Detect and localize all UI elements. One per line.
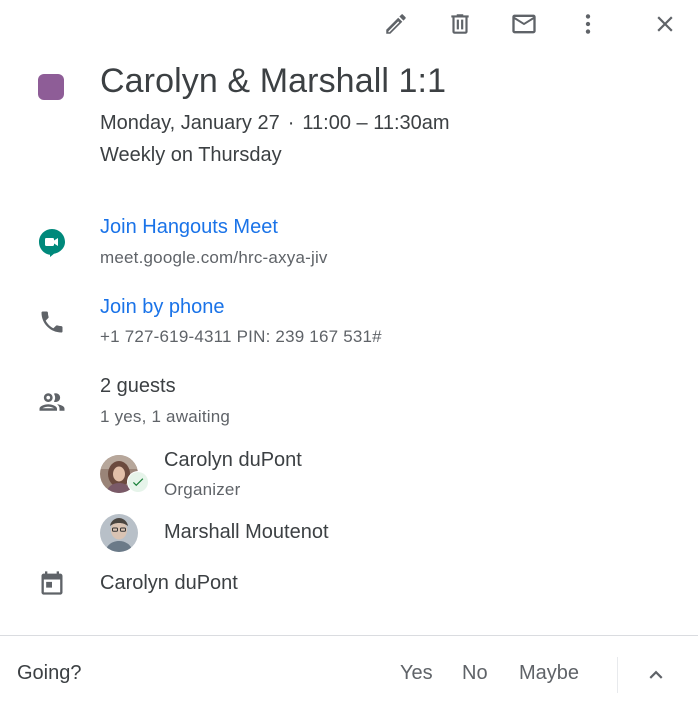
event-time: 11:00 – 11:30am — [302, 112, 450, 134]
event-datetime: Monday, January 27 · 11:00 – 11:30am — [100, 112, 450, 135]
rsvp-maybe-button[interactable]: Maybe — [519, 662, 579, 685]
expand-rsvp-button[interactable] — [641, 660, 671, 690]
meet-url: meet.google.com/hrc-axya-jiv — [100, 248, 328, 267]
pencil-icon — [386, 14, 406, 34]
event-recurrence: Weekly on Thursday — [100, 144, 282, 166]
calendar-icon — [37, 568, 67, 598]
rsvp-yes-button[interactable]: Yes — [400, 662, 433, 685]
guest-name[interactable]: Marshall Moutenot — [164, 521, 329, 544]
event-date: Monday, January 27 — [100, 112, 280, 134]
rsvp-no-button[interactable]: No — [462, 662, 488, 685]
delete-button[interactable] — [440, 4, 480, 44]
accepted-badge — [127, 471, 149, 493]
calendar-owner: Carolyn duPont — [100, 572, 238, 594]
people-icon — [37, 387, 67, 417]
datetime-separator: · — [287, 112, 295, 134]
mail-icon — [512, 14, 536, 34]
guest-response-summary: 1 yes, 1 awaiting — [100, 407, 231, 426]
rsvp-prompt: Going? — [17, 662, 82, 684]
more-vert-icon — [585, 14, 591, 34]
close-icon — [657, 16, 673, 32]
trash-icon — [451, 14, 469, 34]
join-by-phone-link[interactable]: Join by phone — [100, 296, 225, 319]
check-icon — [132, 478, 144, 487]
phone-icon — [37, 307, 67, 337]
hangouts-meet-icon — [37, 228, 67, 258]
guest-role: Organizer — [164, 480, 241, 499]
phone-number: +1 727-619-4311 PIN: 239 167 531# — [100, 327, 382, 346]
avatar[interactable] — [100, 514, 138, 552]
guest-count: 2 guests — [100, 375, 176, 397]
edit-button[interactable] — [376, 4, 416, 44]
chevron-up-icon — [649, 670, 663, 679]
footer-divider — [0, 635, 698, 636]
event-color-square — [38, 74, 64, 100]
email-guests-button[interactable] — [504, 4, 544, 44]
close-button[interactable] — [645, 4, 685, 44]
rsvp-divider — [617, 657, 618, 693]
more-options-button[interactable] — [568, 4, 608, 44]
join-hangouts-meet-link[interactable]: Join Hangouts Meet — [100, 216, 278, 239]
guest-name[interactable]: Carolyn duPont — [164, 449, 302, 472]
event-title: Carolyn & Marshall 1:1 — [100, 62, 447, 100]
